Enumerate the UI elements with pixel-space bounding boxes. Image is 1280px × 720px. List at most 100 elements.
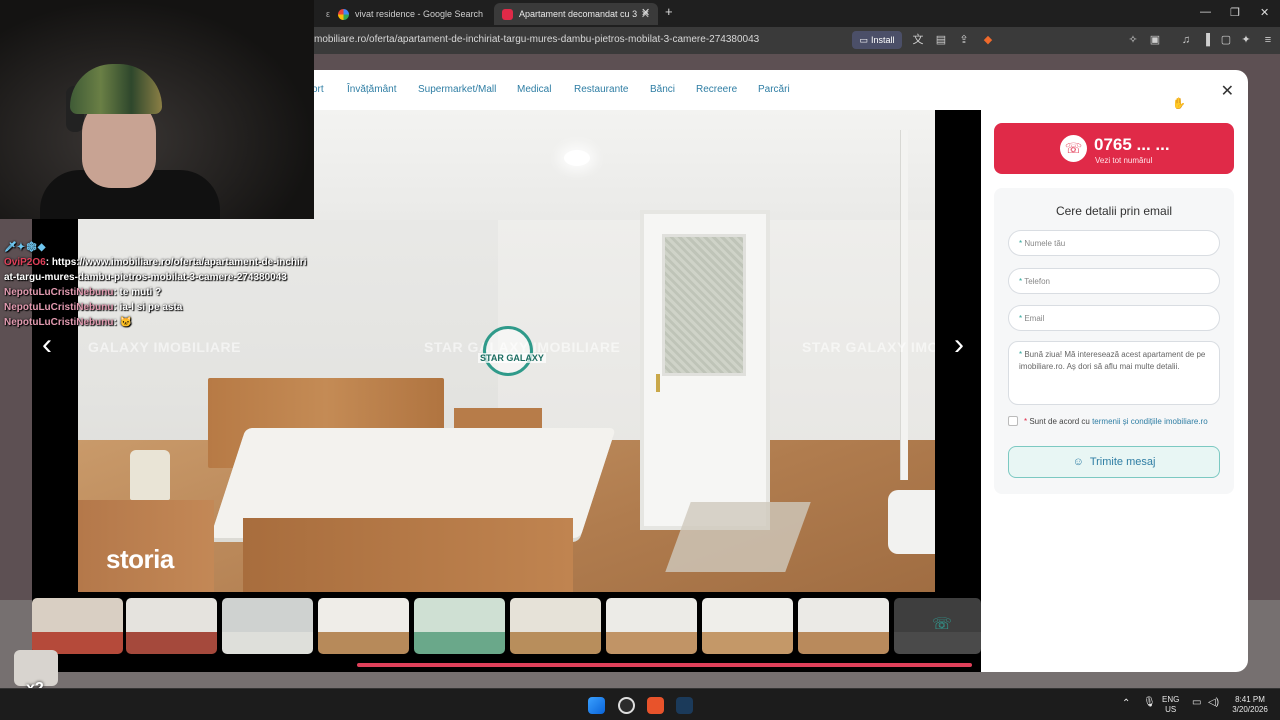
chat-user: NepotuLuCristiNebunu <box>4 317 114 328</box>
phone-number: 0765 ... ... <box>1094 135 1170 154</box>
laptop-icon: ▭ <box>859 34 868 45</box>
ceiling-lamp <box>564 150 590 166</box>
message-field[interactable]: * Bună ziua! Mă interesează acest aparta… <box>1008 341 1220 405</box>
install-button[interactable]: ▭ Install <box>852 31 902 49</box>
photo-door <box>640 210 770 530</box>
restore-icon[interactable]: ❐ <box>1230 6 1240 19</box>
name-placeholder: Numele tău <box>1024 239 1066 248</box>
tab-imobiliare[interactable]: Apartament decomandat cu 3 ca ✕ <box>494 3 658 25</box>
brave-shield-icon[interactable]: ◆ <box>982 34 994 46</box>
menu-icon[interactable]: ≡ <box>1262 34 1274 46</box>
windows-taskbar: ⌃ 🎙 ENG US ▭ ◁) 8:41 PM 3/20/2026 <box>0 688 1280 720</box>
poi-tab[interactable]: Restaurante <box>574 84 628 95</box>
sidebar-icon[interactable]: ▣ <box>1149 34 1161 46</box>
chat-text: https://www.imobiliare.ro/oferta/apartam… <box>4 257 307 283</box>
chat-message: OviP2O6: https://www.imobiliare.ro/ofert… <box>4 257 307 283</box>
thumbnail[interactable] <box>126 598 217 654</box>
start-icon[interactable] <box>588 697 605 714</box>
terms-link[interactable]: termenii și condițiile imobiliare.ro <box>1092 417 1208 426</box>
thumbnail[interactable] <box>606 598 697 654</box>
radiator-pipe <box>900 130 908 480</box>
thumbnail[interactable] <box>318 598 409 654</box>
watermark: STAR GALAXY IMOBI <box>802 339 935 355</box>
imobiliare-icon <box>502 8 513 20</box>
close-modal-icon[interactable]: ✕ <box>1221 81 1234 101</box>
tab-label: vivat residence - Google Search <box>355 9 484 19</box>
minimize-icon[interactable]: — <box>1200 6 1211 18</box>
thumbnail[interactable] <box>32 598 123 654</box>
wallet-icon[interactable]: ▢ <box>1220 34 1232 46</box>
bed-frame <box>243 518 573 592</box>
door-glass <box>662 234 746 376</box>
extensions-icon[interactable]: ✧ <box>1127 34 1139 46</box>
phone-icon: ☏ <box>1060 135 1087 162</box>
volume-icon[interactable]: ◁) <box>1208 698 1219 708</box>
new-tab-button[interactable]: + <box>665 4 673 19</box>
poi-tab[interactable]: Supermarket/Mall <box>418 84 496 95</box>
chat-emotes: 🗡✦❄◆ <box>4 242 46 253</box>
poi-tab[interactable]: Parcări <box>758 84 790 95</box>
poi-tab[interactable]: Recreere <box>696 84 737 95</box>
email-field[interactable]: * Email <box>1008 305 1220 331</box>
chat-message: NepotuLuCristiNebunu: ia-l si pe asta <box>4 302 183 313</box>
agency-logo <box>483 326 533 376</box>
close-window-icon[interactable]: ✕ <box>1260 6 1269 19</box>
show-phone-button[interactable]: ☏ 0765 ... ... Vezi tot numărul <box>994 123 1234 174</box>
phone-icon: ☏ <box>932 616 953 633</box>
lang-top: ENG <box>1162 695 1180 704</box>
brave-icon[interactable] <box>647 697 664 714</box>
gallery-scroll-bar[interactable] <box>357 663 972 667</box>
clock-date: 3/20/2026 <box>1232 705 1268 714</box>
steam-icon[interactable] <box>676 697 693 714</box>
tab-partial[interactable]: ε <box>318 3 330 25</box>
chat-icon: ☺ <box>1072 456 1084 468</box>
prev-photo-arrow[interactable]: ‹ <box>42 328 52 362</box>
url-field[interactable]: mobiliare.ro/oferta/apartament-de-inchir… <box>314 34 759 45</box>
poi-tab[interactable]: Bănci <box>650 84 675 95</box>
form-title: Cere detalii prin email <box>1055 204 1173 218</box>
microphone-icon[interactable]: 🎙 <box>1143 698 1156 708</box>
terms-checkbox[interactable] <box>1008 416 1018 426</box>
lang-bottom: US <box>1165 705 1177 714</box>
install-label: Install <box>871 35 895 45</box>
next-photo-arrow[interactable]: › <box>954 328 964 362</box>
terms-row: * Sunt de acord cu termenii și condițiil… <box>1008 416 1208 426</box>
close-tab-icon[interactable]: ✕ <box>641 6 650 19</box>
network-icon[interactable]: ▭ <box>1192 698 1201 708</box>
translate-icon[interactable]: 文 <box>912 34 924 46</box>
poi-tab[interactable]: Medical <box>517 84 551 95</box>
thumbnail[interactable]: ☏ <box>894 598 981 654</box>
thumbnail[interactable] <box>798 598 889 654</box>
door-handle <box>656 374 660 392</box>
webcam-overlay <box>0 0 314 219</box>
leo-icon[interactable]: ✦ <box>1240 34 1252 46</box>
reader-icon[interactable]: ▤ <box>935 34 947 46</box>
clock[interactable]: 8:41 PM 3/20/2026 <box>1228 695 1272 715</box>
thumbnail-strip: ☏ <box>32 595 981 665</box>
chat-text: te muti ? <box>119 287 162 298</box>
message-text: Bună ziua! Mă interesează acest apartame… <box>1019 350 1206 371</box>
thumbnail[interactable] <box>414 598 505 654</box>
tab-google-search[interactable]: vivat residence - Google Search <box>330 3 490 25</box>
obs-icon[interactable] <box>618 697 635 714</box>
thumbnail[interactable] <box>222 598 313 654</box>
send-label: Trimite mesaj <box>1089 456 1156 468</box>
thumbnail[interactable] <box>702 598 793 654</box>
phone-field[interactable]: * Telefon <box>1008 268 1220 294</box>
table-lamp <box>130 450 170 500</box>
thumbnail[interactable] <box>510 598 601 654</box>
chat-message: NepotuLuCristiNebunu: te muti ? <box>4 287 162 298</box>
chat-user: NepotuLuCristiNebunu <box>4 302 114 313</box>
agency-logo-text: STAR GALAXY <box>478 353 546 363</box>
poi-tab[interactable]: Învățământ <box>347 84 396 95</box>
panel-icon[interactable]: ▐ <box>1200 34 1212 46</box>
share-icon[interactable]: ⇪ <box>958 34 970 46</box>
music-icon[interactable]: ♫ <box>1180 34 1192 46</box>
tray-chevron-icon[interactable]: ⌃ <box>1122 699 1130 709</box>
name-field[interactable]: * Numele tău <box>1008 230 1220 256</box>
tab-label: Apartament decomandat cu 3 ca <box>519 9 637 19</box>
hand-cursor-icon: ✋ <box>1172 98 1186 110</box>
send-message-button[interactable]: ☺ Trimite mesaj <box>1008 446 1220 478</box>
language-indicator[interactable]: ENG US <box>1162 695 1179 715</box>
terms-text: Sunt de acord cu <box>1029 416 1090 426</box>
